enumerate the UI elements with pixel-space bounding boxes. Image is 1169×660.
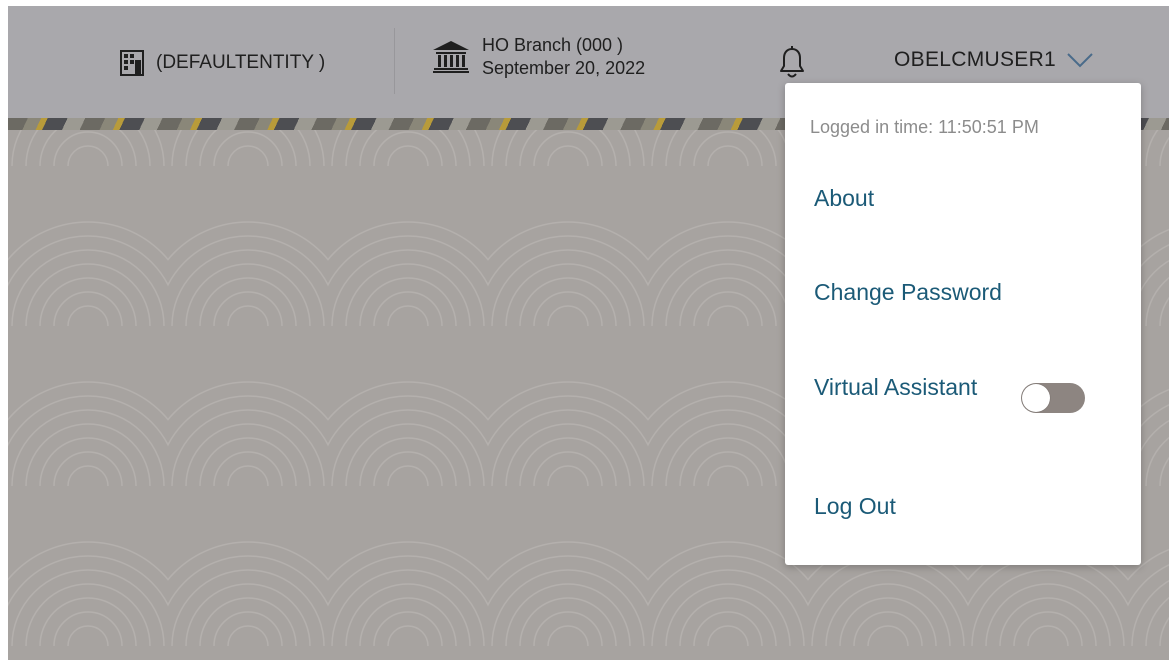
menu-item-virtual-assistant: Virtual Assistant — [814, 374, 978, 400]
entity-label: (DEFAULTENTITY ) — [156, 52, 326, 73]
menu-item-log-out[interactable]: Log Out — [814, 493, 896, 520]
virtual-assistant-toggle[interactable] — [1021, 383, 1085, 413]
header-divider — [394, 28, 395, 94]
branch-name: HO Branch (000 ) — [482, 35, 624, 55]
username: OBELCMUSER1 — [894, 48, 1057, 71]
menu-item-about[interactable]: About — [814, 185, 874, 212]
entity-selector[interactable]: (DEFAULTENTITY ) — [120, 48, 325, 78]
bell-icon[interactable] — [778, 46, 806, 80]
logged-in-time: Logged in time: 11:50:51 PM — [810, 117, 1039, 137]
menu-item-change-password[interactable]: Change Password — [814, 279, 1002, 306]
bank-icon — [433, 41, 469, 73]
app-frame: (DEFAULTENTITY ) HO Branch (000 ) Septem… — [8, 6, 1169, 660]
user-menu-toggle[interactable]: OBELCMUSER1 — [894, 48, 1094, 72]
toggle-knob — [1022, 384, 1050, 412]
chevron-down-icon — [1067, 53, 1093, 68]
branch-date: September 20, 2022 — [482, 58, 646, 78]
branch-info: HO Branch (000 ) September 20, 2022 — [432, 34, 645, 80]
user-dropdown-menu: Logged in time: 11:50:51 PM About Change… — [785, 83, 1141, 565]
building-icon — [120, 50, 144, 76]
